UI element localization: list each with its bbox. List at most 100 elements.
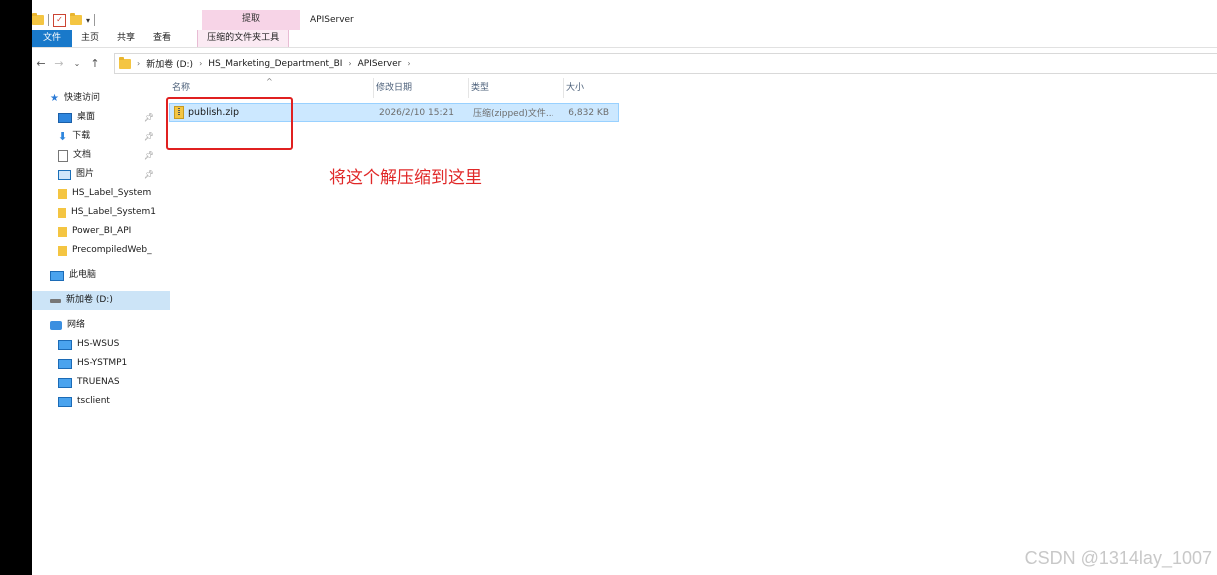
sidebar-item-label: 文档 [73, 150, 92, 160]
pin-icon: 📌︎ [143, 170, 154, 179]
breadcrumb-separator-icon[interactable]: › [407, 59, 410, 68]
sidebar-item-recent-folder[interactable]: HS_Label_System [46, 184, 156, 203]
monitor-icon [58, 339, 72, 350]
network-icon [50, 321, 62, 330]
folder-icon [58, 245, 67, 256]
tab-compressed-folder-tools[interactable]: 压缩的文件夹工具 [197, 30, 290, 47]
sidebar-item-label: HS_Label_System [72, 188, 152, 198]
window-title: APIServer [310, 15, 354, 25]
document-icon [58, 149, 68, 162]
sidebar-item-label: HS-YSTMP1 [77, 358, 128, 368]
customize-dropdown-icon[interactable]: ▾ [86, 16, 90, 25]
left-black-strip [0, 0, 32, 575]
up-arrow-icon[interactable]: ↑ [86, 57, 104, 70]
sidebar-item-label: HS-WSUS [77, 339, 120, 349]
tab-home[interactable]: 主页 [72, 30, 108, 47]
forward-arrow-icon[interactable]: → [50, 57, 68, 70]
sidebar-item-network-computer[interactable]: HS-YSTMP1 [46, 354, 156, 373]
sidebar-item-drive-d[interactable]: 新加卷 (D:) [32, 291, 170, 310]
breadcrumb-separator-icon[interactable]: › [199, 59, 202, 68]
sidebar-item-desktop[interactable]: 桌面 📌︎ [46, 108, 156, 127]
sidebar-item-recent-folder[interactable]: HS_Label_System1 [46, 203, 156, 222]
back-arrow-icon[interactable]: ← [32, 57, 50, 70]
sidebar-item-label: Power_BI_API [72, 226, 132, 236]
breadcrumb-separator-icon[interactable]: › [137, 59, 140, 68]
sidebar-item-label: PrecompiledWeb_ [72, 245, 152, 255]
sidebar-item-network-computer[interactable]: HS-WSUS [46, 335, 156, 354]
column-header-label: 类型 [471, 83, 490, 93]
breadcrumb-drive[interactable]: 新加卷 (D:) [146, 57, 193, 70]
sidebar-item-recent-folder[interactable]: Power_BI_API [46, 222, 156, 241]
computer-icon [50, 270, 64, 281]
sidebar-item-label: TRUENAS [77, 377, 120, 387]
sidebar-item-label: tsclient [77, 396, 110, 406]
divider [94, 14, 96, 26]
watermark-credit: CSDN @1314lay_1007 [1024, 548, 1212, 568]
sidebar-item-label: 图片 [76, 169, 95, 179]
folder-icon [32, 13, 44, 25]
sidebar-item-label: 快速访问 [63, 93, 100, 103]
sidebar-item-pictures[interactable]: 图片 📌︎ [46, 165, 156, 184]
breadcrumb-current[interactable]: APIServer [358, 59, 402, 69]
download-icon: ⬇ [58, 130, 68, 143]
column-headers: ^ 名称 修改日期 类型 大小 [170, 77, 622, 98]
sort-ascending-icon: ^ [266, 77, 273, 86]
pin-icon: 📌︎ [143, 113, 154, 122]
sidebar-item-network-computer[interactable]: TRUENAS [46, 373, 156, 392]
sidebar-item-label: 网络 [67, 320, 86, 330]
file-size: 6,832 KB [568, 107, 609, 118]
breadcrumb-folder[interactable]: HS_Marketing_Department_BI [208, 59, 342, 69]
sidebar-item-label: 下载 [72, 131, 91, 141]
sidebar-item-label: 桌面 [77, 112, 96, 122]
folder-icon [58, 207, 66, 218]
column-header-name[interactable]: ^ 名称 [170, 77, 374, 98]
picture-icon [58, 169, 71, 180]
column-header-label: 大小 [566, 83, 585, 93]
quick-access-toolbar: ✓ ▾ [32, 10, 96, 30]
desktop-icon [58, 112, 72, 123]
extract-tab-group-label: 提取 [202, 10, 300, 30]
pin-icon: 📌︎ [143, 132, 154, 141]
navigation-bar: ← → ⌄ ↑ › 新加卷 (D:) › HS_Marketing_Depart… [32, 52, 1217, 74]
red-highlight-box [166, 97, 293, 150]
sidebar-item-network[interactable]: 网络 [46, 316, 156, 335]
sidebar-item-label: 此电脑 [69, 270, 97, 280]
sidebar-item-documents[interactable]: 文档 📌︎ [46, 146, 156, 165]
pin-icon: 📌︎ [143, 151, 154, 160]
sidebar-item-label: HS_Label_System1 [70, 207, 156, 217]
folder-icon [58, 188, 67, 199]
tab-file[interactable]: 文件 [32, 30, 73, 47]
tab-share[interactable]: 共享 [108, 30, 144, 47]
column-header-label: 名称 [172, 83, 191, 93]
sidebar-item-this-pc[interactable]: 此电脑 [46, 266, 156, 285]
column-header-type[interactable]: 类型 [469, 78, 564, 98]
file-modified-date: 2026/2/10 15:21 [379, 107, 454, 118]
sidebar-item-quick-access[interactable]: ★ 快速访问 [46, 89, 156, 108]
star-icon: ★ [50, 93, 59, 104]
breadcrumb-separator-icon[interactable]: › [348, 59, 351, 68]
monitor-icon [58, 377, 72, 388]
folder-icon [58, 226, 67, 237]
monitor-icon [58, 358, 72, 369]
properties-icon[interactable]: ✓ [53, 13, 66, 27]
file-type: 压缩(zipped)文件... [473, 109, 553, 119]
annotation-text: 将这个解压缩到这里 [329, 168, 482, 188]
folder-icon [119, 56, 131, 69]
column-header-label: 修改日期 [376, 83, 413, 93]
column-header-date[interactable]: 修改日期 [374, 78, 469, 98]
ribbon-tabs: 文件 主页 共享 查看 压缩的文件夹工具 [32, 30, 1217, 48]
navigation-pane: ★ 快速访问 桌面 📌︎ ⬇ 下载 📌︎ 文档 📌︎ 图片 📌︎ HS_Labe… [32, 86, 170, 411]
monitor-icon [58, 396, 72, 407]
sidebar-item-label: 新加卷 (D:) [66, 295, 113, 305]
column-header-size[interactable]: 大小 [564, 78, 622, 98]
new-folder-icon[interactable] [70, 13, 82, 25]
file-explorer-window: ✓ ▾ 提取 APIServer 文件 主页 共享 查看 压缩的文件夹工具 ← … [32, 0, 1217, 575]
tab-view[interactable]: 查看 [144, 30, 180, 47]
sidebar-item-downloads[interactable]: ⬇ 下载 📌︎ [46, 127, 156, 146]
sidebar-item-recent-folder[interactable]: PrecompiledWeb_ [46, 241, 156, 260]
recent-locations-chevron-icon[interactable]: ⌄ [68, 59, 86, 68]
address-bar[interactable]: › 新加卷 (D:) › HS_Marketing_Department_BI … [114, 53, 1217, 74]
divider [48, 14, 49, 26]
sidebar-item-network-computer[interactable]: tsclient [46, 392, 156, 411]
drive-icon [50, 298, 61, 303]
